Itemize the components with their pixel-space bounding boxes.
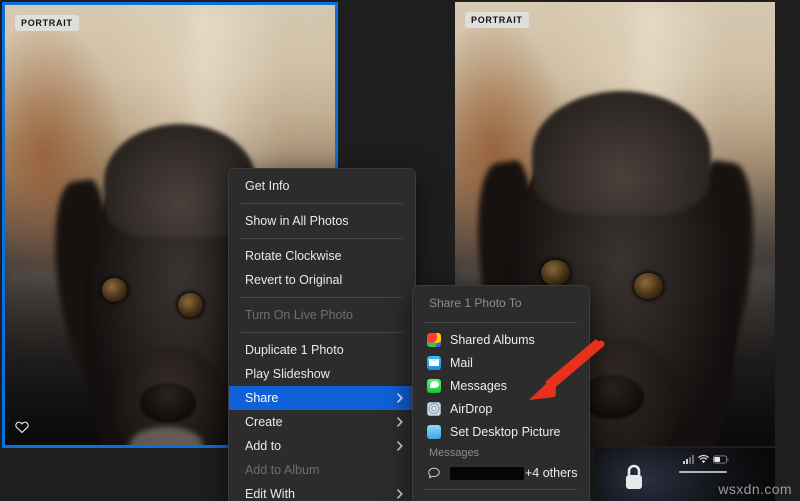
share-suggestions-label: Messages (429, 447, 480, 459)
menu-item-label: Rotate Clockwise (245, 249, 342, 263)
share-submenu[interactable]: Share 1 Photo To Shared Albums Mail Mess… (412, 285, 590, 501)
share-target-label: AirDrop (450, 401, 493, 416)
menu-item-label: Turn On Live Photo (245, 308, 353, 322)
dog-forehead (531, 90, 711, 216)
chevron-right-icon (397, 417, 403, 427)
share-target-airdrop[interactable]: AirDrop (413, 397, 589, 420)
screen-root: PORTRAIT PORTRAIT Get Info Show in All P… (0, 0, 800, 501)
menu-item-label: Add to Album (245, 463, 320, 477)
redacted-contact-name (450, 466, 524, 480)
menu-separator (241, 297, 403, 298)
portrait-badge: PORTRAIT (15, 15, 79, 31)
shared-albums-icon (427, 332, 441, 347)
menu-item-label: Play Slideshow (245, 367, 330, 381)
menu-separator (241, 238, 403, 239)
desktop-picture-icon (427, 424, 441, 439)
share-more-button[interactable]: More... (413, 495, 589, 501)
menu-item-get-info[interactable]: Get Info (229, 174, 415, 198)
watermark: wsxdn.com (718, 481, 792, 497)
photo-context-menu[interactable]: Get Info Show in All Photos Rotate Clock… (228, 168, 416, 501)
dog-eye-left (102, 277, 128, 302)
wifi-icon (698, 455, 709, 464)
menu-item-label: Revert to Original (245, 273, 343, 287)
menu-item-share[interactable]: Share (229, 386, 415, 410)
menu-item-revert-to-original[interactable]: Revert to Original (229, 268, 415, 292)
menu-item-rotate-clockwise[interactable]: Rotate Clockwise (229, 244, 415, 268)
share-target-set-desktop-picture[interactable]: Set Desktop Picture (413, 420, 589, 443)
chevron-right-icon (397, 441, 403, 451)
share-suggestion-row[interactable]: +4 others (413, 462, 589, 484)
lock-icon (626, 464, 642, 489)
menu-separator (425, 322, 577, 323)
menu-item-edit-with[interactable]: Edit With (229, 482, 415, 501)
menu-item-show-in-all-photos[interactable]: Show in All Photos (229, 209, 415, 233)
share-target-label: Mail (450, 355, 473, 370)
menu-item-duplicate-1-photo[interactable]: Duplicate 1 Photo (229, 338, 415, 362)
share-target-messages[interactable]: Messages (413, 374, 589, 397)
menu-item-play-slideshow[interactable]: Play Slideshow (229, 362, 415, 386)
chevron-right-icon (397, 489, 403, 499)
share-target-label: Messages (450, 378, 507, 393)
share-target-mail[interactable]: Mail (413, 351, 589, 374)
menu-separator (241, 203, 403, 204)
share-target-shared-albums[interactable]: Shared Albums (413, 328, 589, 351)
menu-item-label: Get Info (245, 179, 290, 193)
share-submenu-header: Share 1 Photo To (429, 296, 522, 310)
home-indicator (679, 471, 727, 473)
cellular-signal-icon (683, 455, 694, 464)
share-suggestion-name: +4 others (450, 466, 577, 480)
menu-item-label: Share (245, 391, 279, 405)
battery-icon (713, 455, 729, 464)
messages-icon (427, 378, 441, 393)
menu-item-add-to[interactable]: Add to (229, 434, 415, 458)
chevron-right-icon (397, 393, 403, 403)
share-suggestion-others: +4 others (525, 466, 578, 480)
menu-separator (241, 332, 403, 333)
heart-icon[interactable] (14, 419, 30, 435)
menu-item-label: Show in All Photos (245, 214, 349, 228)
status-icons (683, 455, 729, 464)
airdrop-icon (427, 401, 441, 416)
mail-icon (427, 355, 441, 370)
menu-separator (425, 489, 577, 490)
menu-item-label: Create (245, 415, 283, 429)
chat-bubble-icon (428, 467, 440, 479)
menu-item-label: Add to (245, 439, 282, 453)
portrait-badge: PORTRAIT (465, 12, 529, 28)
dog-nose (140, 383, 197, 423)
menu-item-label: Duplicate 1 Photo (245, 343, 344, 357)
menu-item-add-to-album: Add to Album (229, 458, 415, 482)
menu-item-label: Edit With (245, 487, 296, 501)
share-target-label: Shared Albums (450, 332, 535, 347)
share-target-label: Set Desktop Picture (450, 424, 561, 439)
dog-eye-left (541, 259, 571, 287)
menu-item-turn-on-live-photo: Turn On Live Photo (229, 303, 415, 327)
menu-item-create[interactable]: Create (229, 410, 415, 434)
